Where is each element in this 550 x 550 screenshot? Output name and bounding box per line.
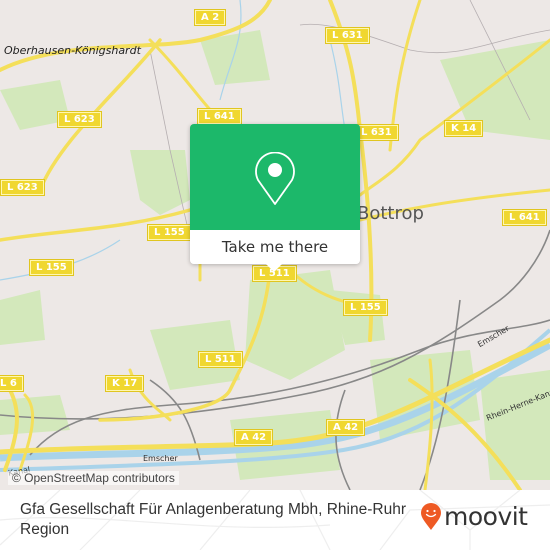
road-shield-l641-east: L 641 — [502, 209, 547, 226]
road-shield-a42: A 42 — [233, 429, 274, 446]
road-shield-l155-west: L 155 — [29, 259, 74, 276]
popup-header — [190, 124, 360, 230]
road-shield-a2: A 2 — [193, 9, 227, 26]
road-shield-l511-south: L 511 — [198, 351, 243, 368]
road-shield-l623: L 623 — [57, 111, 102, 128]
road-shield-l155: L 155 — [147, 224, 192, 241]
place-name: Gfa Gesellschaft Für Anlagenberatung Mbh… — [20, 501, 406, 538]
map-attribution[interactable]: © OpenStreetMap contributors — [8, 471, 179, 485]
footer-bar: Gfa Gesellschaft Für Anlagenberatung Mbh… — [0, 490, 550, 550]
place-label-oberhausen: Oberhausen-Königshardt — [4, 44, 141, 57]
map-pin-icon — [255, 152, 295, 205]
take-me-there-button[interactable]: Take me there — [190, 230, 360, 264]
road-shield-l641: L 641 — [197, 108, 242, 125]
road-shield-k14: K 14 — [443, 120, 484, 137]
map-view[interactable]: Oberhausen-Königshardt Bottrop Emscher E… — [0, 0, 550, 490]
water-label-emscher: Emscher — [143, 454, 178, 463]
road-shield-a42-east: A 42 — [325, 419, 366, 436]
road-shield-l631-mid: L 631 — [354, 124, 399, 141]
road-shield-k17: K 17 — [104, 375, 145, 392]
popup-pointer — [265, 263, 283, 272]
road-shield-l155-east: L 155 — [343, 299, 388, 316]
road-shield-l631: L 631 — [325, 27, 370, 44]
place-label-bottrop: Bottrop — [357, 203, 424, 224]
road-shield-l623-west: L 623 — [0, 179, 45, 196]
location-popup[interactable]: Take me there — [190, 124, 360, 272]
moovit-smiley-pin-icon — [421, 502, 441, 530]
road-shield-l6: L 6 — [0, 375, 24, 392]
moovit-logo[interactable]: moovit — [420, 502, 528, 531]
moovit-wordmark: moovit — [444, 502, 528, 531]
